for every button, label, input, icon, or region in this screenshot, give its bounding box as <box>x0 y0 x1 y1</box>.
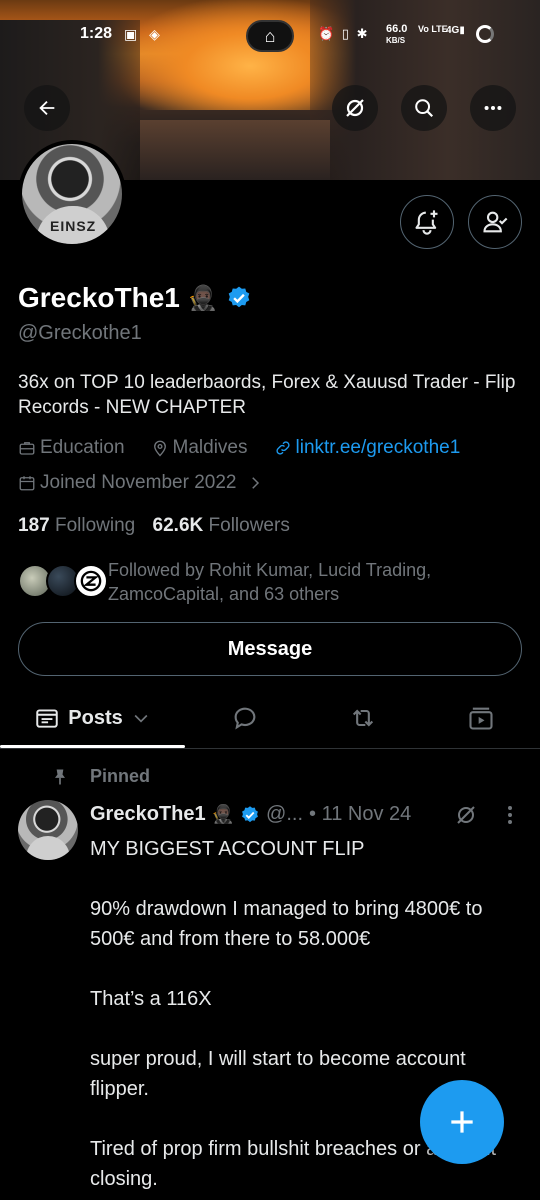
category-label: Education <box>40 437 125 458</box>
chevron-down-icon <box>134 714 148 723</box>
compose-post-button[interactable] <box>420 1080 504 1164</box>
user-check-icon <box>483 211 508 233</box>
post-more-button[interactable] <box>498 803 522 832</box>
volte-indicator: Vo LTE <box>418 24 448 34</box>
network-speed-value: 66.0 <box>386 23 408 35</box>
search-icon <box>415 99 434 118</box>
joined-row[interactable]: Joined November 2022 <box>18 472 290 494</box>
back-arrow-icon <box>39 100 55 116</box>
grok-icon <box>346 99 364 117</box>
following-count: 187 <box>18 515 50 536</box>
followers-label: Followers <box>208 515 290 536</box>
post-paragraph: That’s a 116X <box>90 988 212 1010</box>
status-time: 1:28 <box>80 25 113 42</box>
location-item: Maldives <box>151 437 248 459</box>
joined-label: Joined November 2022 <box>40 472 237 493</box>
message-button[interactable]: Message <box>18 622 522 676</box>
website-label: linktr.ee/greckothe1 <box>295 437 461 458</box>
hotspot-icon: ⌂ <box>246 20 294 52</box>
chevron-right-icon <box>252 477 260 489</box>
notification-icons: ▣ ◈ <box>124 26 164 42</box>
followed-by-avatars <box>18 564 108 598</box>
display-name: GreckoThe1 🥷🏿 <box>18 282 252 314</box>
pin-icon <box>55 769 65 784</box>
back-button[interactable] <box>24 85 70 131</box>
tab-replies[interactable] <box>200 690 290 746</box>
followed-by[interactable]: Followed by Rohit Kumar, Lucid Trading, … <box>18 558 528 608</box>
zamco-logo-icon <box>80 570 102 592</box>
post-author-avatar[interactable] <box>18 800 78 860</box>
profile-tabs: Posts <box>0 690 540 748</box>
tab-posts[interactable]: Posts <box>0 690 185 746</box>
pinned-label: Pinned <box>90 766 151 786</box>
tab-posts-label: Posts <box>68 706 123 729</box>
link-icon <box>275 441 290 455</box>
media-icon <box>469 707 493 730</box>
more-horizontal-icon <box>484 105 502 111</box>
signal-icon: 4G▮ <box>446 25 465 36</box>
following-link[interactable]: 187 Following <box>18 515 135 536</box>
tab-media[interactable] <box>436 690 526 746</box>
post-paragraph: 90% drawdown I managed to bring 4800€ to… <box>90 898 483 950</box>
follow-counts: 187 Following 62.6K Followers <box>18 515 290 537</box>
verified-badge-icon[interactable] <box>226 285 252 311</box>
search-button[interactable] <box>401 85 447 131</box>
profile-handle: @Greckothe1 <box>18 322 142 344</box>
network-speed-unit: KB/S <box>386 36 406 45</box>
website-link[interactable]: linktr.ee/greckothe1 <box>274 437 461 459</box>
more-vertical-icon <box>508 806 512 824</box>
banner-road <box>140 120 330 180</box>
location-pin-icon <box>153 440 166 457</box>
post-author-name[interactable]: GreckoThe1 <box>90 803 206 826</box>
status-bar: 1:28 ▣ ◈ ⌂ ⏰ ▯ ✱ 66.0 KB/S Vo LTE 4G▮ <box>0 18 540 54</box>
following-label: Following <box>54 515 136 536</box>
tab-reposts[interactable] <box>318 690 408 746</box>
plus-icon <box>451 1111 473 1133</box>
post-avatar-shirt <box>26 836 70 860</box>
follower-avatar <box>74 564 108 598</box>
pinned-label-row: Pinned <box>50 766 150 787</box>
post-header: GreckoThe1 🥷🏿 @... • 11 Nov 24 <box>90 803 411 826</box>
followed-by-text: Followed by Rohit Kumar, Lucid Trading, … <box>108 560 432 604</box>
grok-button[interactable] <box>332 85 378 131</box>
profile-bio: 36x on TOP 10 leaderbaords, Forex & Xauu… <box>18 372 516 418</box>
profile-avatar[interactable]: EINSZ <box>18 140 126 248</box>
profile-meta-row: Education Maldives linktr.ee/greckothe1 <box>18 437 486 459</box>
briefcase-icon <box>19 442 35 455</box>
name-emoji: 🥷🏿 <box>187 284 218 312</box>
notifications-button[interactable] <box>400 195 454 249</box>
network-speed: 66.0 KB/S <box>386 24 407 46</box>
joined-item: Joined November 2022 <box>18 472 264 494</box>
location-label: Maldives <box>172 437 248 458</box>
post-paragraph: MY BIGGEST ACCOUNT FLIP <box>90 838 365 860</box>
posts-icon <box>36 709 58 728</box>
post-author-handle: @... <box>266 803 304 825</box>
calendar-icon <box>19 476 35 491</box>
system-icons: ⏰ ▯ ✱ <box>318 26 370 41</box>
bell-plus-icon <box>415 210 438 235</box>
post-author-emoji: 🥷🏿 <box>211 804 235 824</box>
signal-type: 4G <box>446 25 460 36</box>
followers-count: 62.6K <box>152 515 204 536</box>
battery-icon <box>476 25 494 43</box>
post-date: • 11 Nov 24 <box>309 803 412 825</box>
following-button[interactable] <box>468 195 522 249</box>
verified-badge-icon <box>242 805 258 822</box>
display-name-text: GreckoThe1 <box>18 282 180 313</box>
post-grok-button[interactable] <box>454 803 478 832</box>
category-item: Education <box>18 437 125 459</box>
reply-bubble-icon <box>234 707 256 730</box>
tabs-divider <box>0 748 540 749</box>
followers-link[interactable]: 62.6K Followers <box>153 515 290 536</box>
repost-icon <box>352 709 374 727</box>
more-options-button[interactable] <box>470 85 516 131</box>
grok-icon <box>457 806 475 824</box>
avatar-shirt: EINSZ <box>36 206 110 244</box>
